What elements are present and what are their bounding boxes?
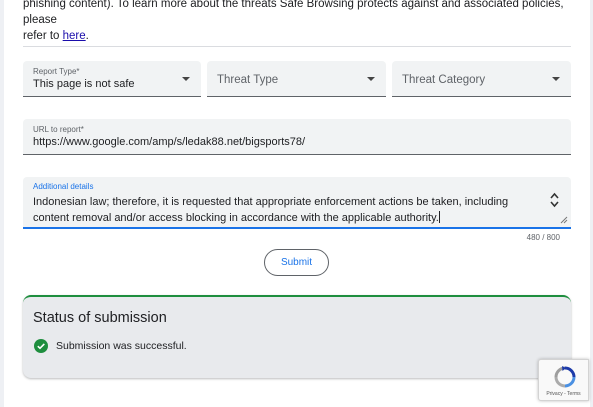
recaptcha-badge[interactable]: Privacy - Terms [538, 359, 589, 401]
scroll-arrows-icon[interactable] [550, 192, 559, 208]
details-label: Additional details [33, 182, 94, 191]
report-type-value: This page is not safe [33, 78, 135, 90]
chevron-down-icon [552, 77, 560, 81]
status-row: Submission was successful. [34, 339, 187, 353]
threat-category-placeholder: Threat Category [402, 74, 486, 86]
threat-category-select[interactable]: Threat Category [392, 61, 571, 97]
text-cursor [438, 211, 440, 223]
check-circle-icon [34, 339, 48, 353]
threat-type-select[interactable]: Threat Type [207, 61, 386, 97]
intro-period: . [85, 30, 89, 42]
details-line-2: content removal and/or access blocking i… [33, 210, 543, 226]
intro-line-2: refer to here. [23, 28, 579, 44]
recaptcha-links[interactable]: Privacy - Terms [539, 391, 588, 397]
url-value: https://www.google.com/amp/s/ledak88.net… [33, 136, 306, 148]
report-page: phishing content). To learn more about t… [4, 0, 590, 407]
recaptcha-logo-icon [554, 366, 576, 388]
status-title: Status of submission [33, 310, 167, 326]
divider [23, 46, 571, 47]
character-counter: 480 / 800 [526, 233, 560, 242]
additional-details-textarea[interactable]: Additional details Indonesian law; there… [23, 177, 571, 229]
status-panel: Status of submission Submission was succ… [23, 295, 571, 378]
intro-line-1: phishing content). To learn more about t… [23, 0, 564, 26]
report-type-label: Report Type* [33, 67, 80, 76]
report-type-select[interactable]: Report Type* This page is not safe [23, 61, 201, 97]
chevron-down-icon [182, 77, 190, 81]
details-line-1: Indonesian law; therefore, it is request… [33, 196, 509, 208]
intro-text: phishing content). To learn more about t… [23, 0, 579, 44]
chevron-down-icon [367, 77, 375, 81]
threat-type-placeholder: Threat Type [217, 74, 279, 86]
submit-button[interactable]: Submit [264, 249, 329, 276]
details-text: Indonesian law; therefore, it is request… [33, 194, 543, 226]
resize-handle-icon[interactable] [560, 216, 568, 224]
details-line-2-text: content removal and/or access blocking i… [33, 212, 439, 224]
policies-link[interactable]: here [63, 30, 86, 42]
status-message: Submission was successful. [56, 340, 187, 352]
url-label: URL to report* [33, 125, 84, 134]
url-input[interactable]: URL to report* https://www.google.com/am… [23, 119, 571, 155]
intro-refer-text: refer to [23, 30, 63, 42]
